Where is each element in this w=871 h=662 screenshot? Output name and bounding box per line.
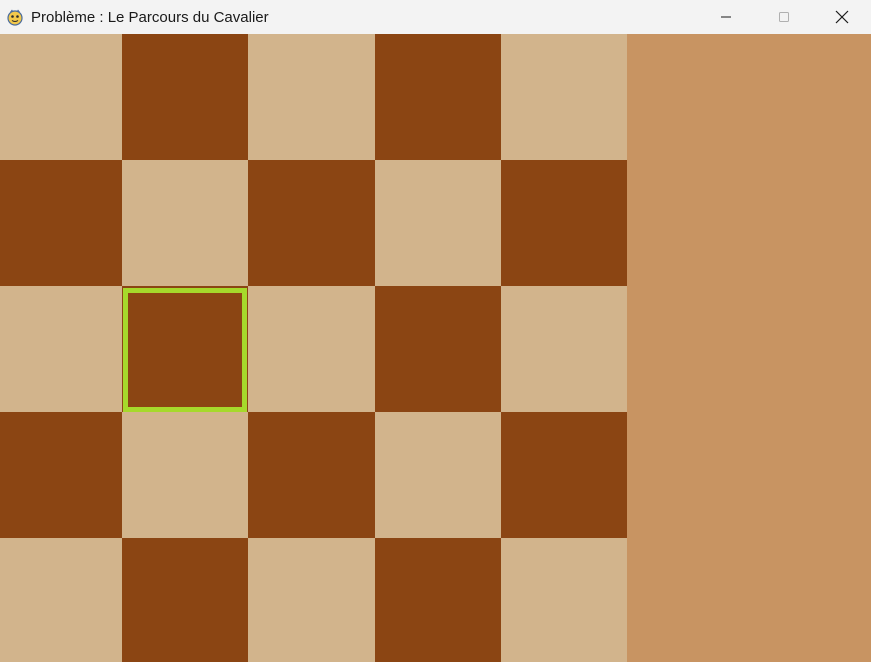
window-controls: [697, 0, 871, 34]
window-title: Problème : Le Parcours du Cavalier: [31, 8, 269, 26]
maximize-button[interactable]: [755, 0, 813, 34]
minimize-icon: [721, 16, 731, 18]
game-area: [0, 34, 871, 662]
python-game-icon: [7, 9, 23, 26]
board-square-r4-c4[interactable]: [501, 538, 627, 662]
minimize-button[interactable]: [697, 0, 755, 34]
board-square-r1-c2[interactable]: [248, 160, 375, 286]
board-square-r2-c1[interactable]: [122, 286, 248, 412]
side-panel: [627, 34, 871, 662]
board-square-r2-c2[interactable]: [248, 286, 375, 412]
chessboard[interactable]: [0, 34, 627, 662]
board-square-r2-c3[interactable]: [375, 286, 501, 412]
board-square-r0-c3[interactable]: [375, 34, 501, 160]
board-square-r0-c1[interactable]: [122, 34, 248, 160]
board-square-r2-c0[interactable]: [0, 286, 122, 412]
board-square-r1-c1[interactable]: [122, 160, 248, 286]
board-square-r1-c0[interactable]: [0, 160, 122, 286]
board-square-r0-c0[interactable]: [0, 34, 122, 160]
app-window: Problème : Le Parcours du Cavalier: [0, 0, 871, 662]
board-square-r0-c2[interactable]: [248, 34, 375, 160]
board-square-r3-c0[interactable]: [0, 412, 122, 538]
board-square-r4-c0[interactable]: [0, 538, 122, 662]
board-square-r1-c4[interactable]: [501, 160, 627, 286]
title-bar[interactable]: Problème : Le Parcours du Cavalier: [0, 0, 871, 34]
board-square-r1-c3[interactable]: [375, 160, 501, 286]
board-square-r3-c1[interactable]: [122, 412, 248, 538]
board-square-r2-c4[interactable]: [501, 286, 627, 412]
maximize-icon: [779, 12, 789, 22]
close-button[interactable]: [813, 0, 871, 34]
close-icon: [835, 10, 849, 24]
board-square-r3-c3[interactable]: [375, 412, 501, 538]
board-square-r4-c3[interactable]: [375, 538, 501, 662]
board-square-r3-c4[interactable]: [501, 412, 627, 538]
board-square-r4-c2[interactable]: [248, 538, 375, 662]
board-square-r0-c4[interactable]: [501, 34, 627, 160]
board-square-r4-c1[interactable]: [122, 538, 248, 662]
board-square-r3-c2[interactable]: [248, 412, 375, 538]
